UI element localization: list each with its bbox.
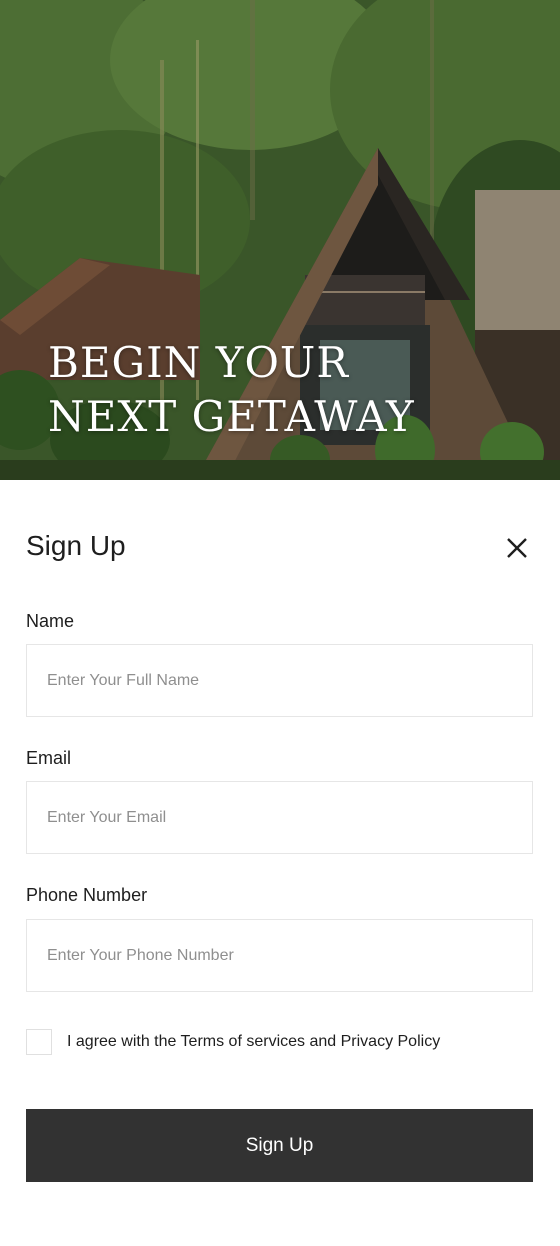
signup-button[interactable]: Sign Up	[26, 1109, 533, 1182]
phone-label: Phone Number	[26, 885, 148, 905]
signup-title: Sign Up	[26, 530, 126, 561]
close-icon	[507, 538, 527, 558]
email-label: Email	[26, 748, 72, 768]
terms-text: I agree with the Terms of services and P…	[67, 1033, 441, 1050]
hero-banner: BEGIN YOUR NEXT GETAWAY	[0, 0, 560, 480]
name-field[interactable]	[26, 644, 533, 717]
hero-title-line-2: NEXT GETAWAY	[48, 392, 415, 441]
phone-field[interactable]	[26, 919, 533, 992]
hero-title: BEGIN YOUR NEXT GETAWAY	[48, 336, 415, 444]
close-button[interactable]	[500, 531, 534, 565]
terms-row: I agree with the Terms of services and P…	[26, 1029, 440, 1055]
hero-title-line-1: BEGIN YOUR	[48, 338, 349, 387]
terms-checkbox[interactable]	[26, 1029, 52, 1055]
email-field[interactable]	[26, 781, 533, 854]
name-label: Name	[26, 611, 75, 631]
